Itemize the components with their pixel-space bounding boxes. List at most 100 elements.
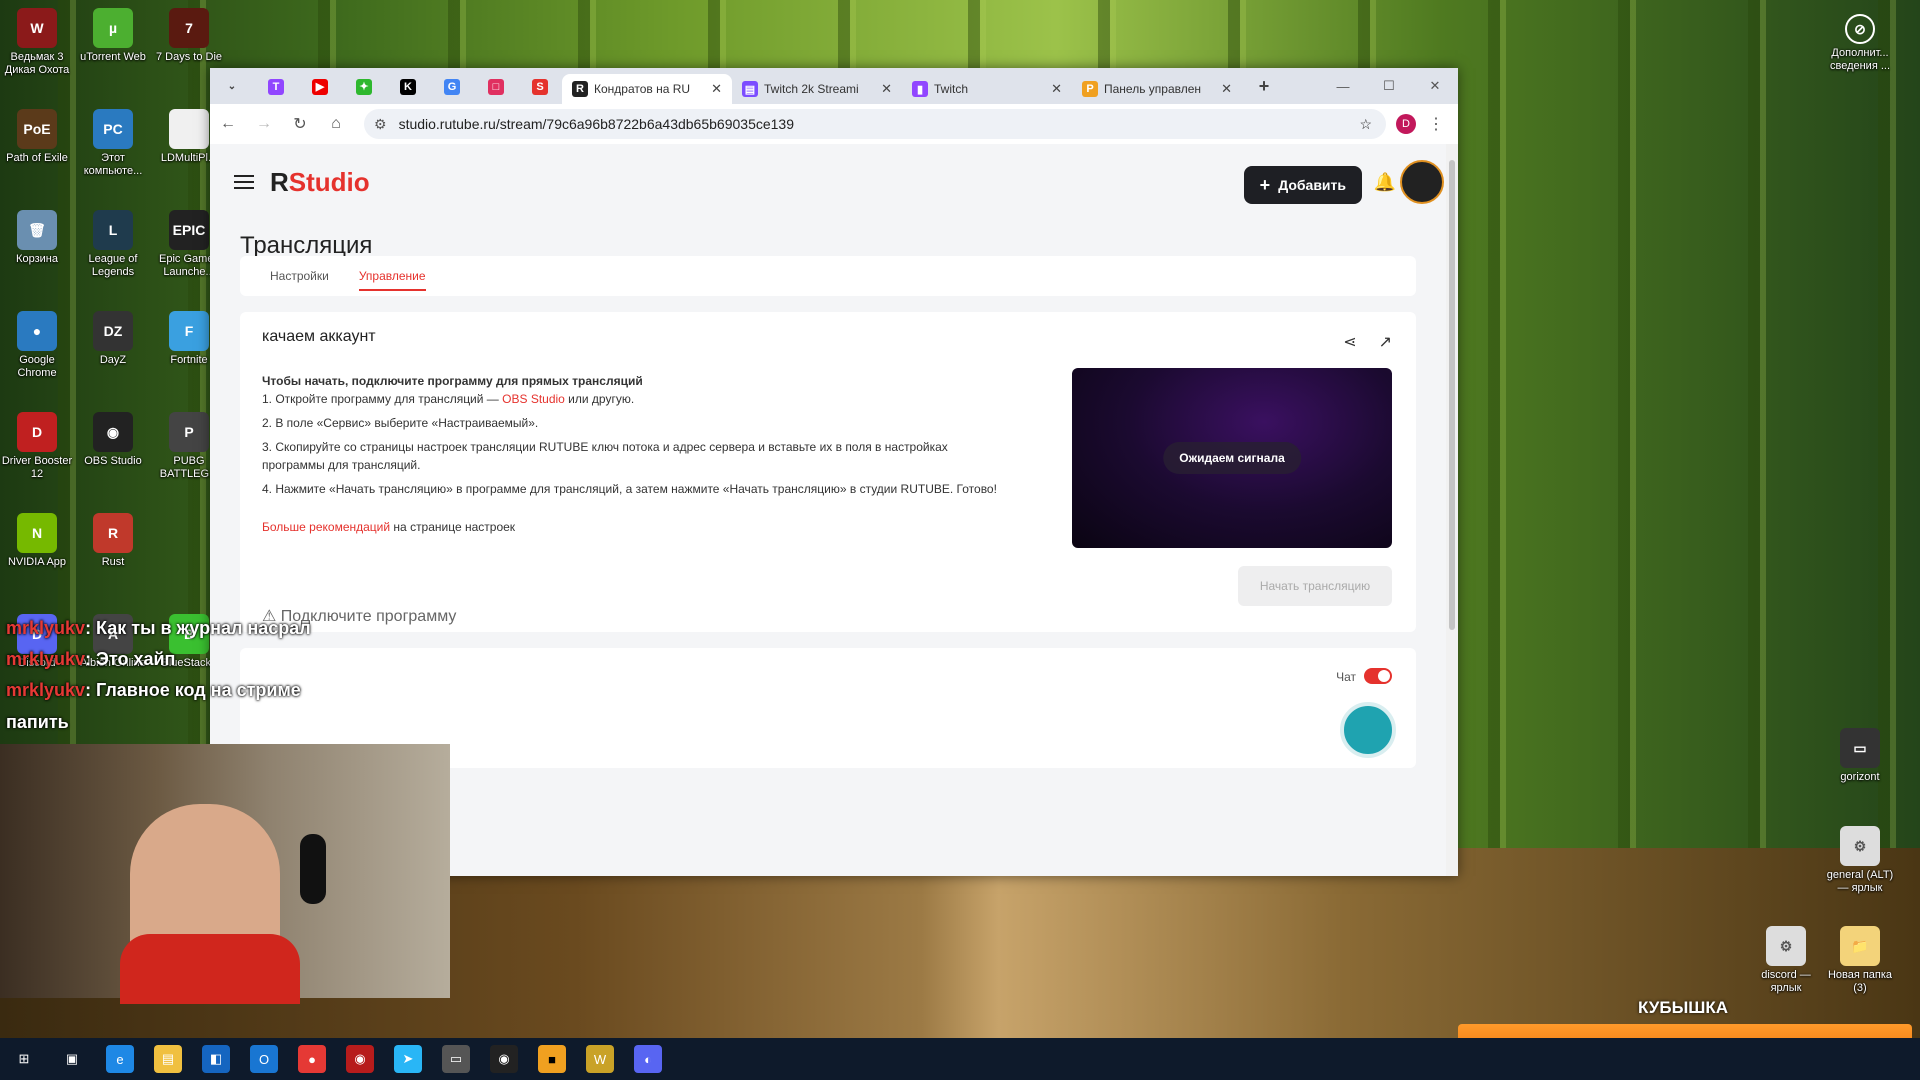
window-app-icon[interactable]: ▭ xyxy=(442,1045,470,1073)
chat-toggle[interactable] xyxy=(1364,668,1392,684)
telegram-icon[interactable]: ➤ xyxy=(394,1045,422,1073)
window-controls: — ☐ ✕ xyxy=(1320,68,1458,104)
studio-header: RStudio + Добавить 🔔 xyxy=(210,144,1446,220)
tab-settings[interactable]: Настройки xyxy=(270,269,329,283)
donation-goal-title: КУБЫШКА xyxy=(1638,998,1728,1017)
obs-studio-link[interactable]: OBS Studio xyxy=(502,392,565,406)
desktop-icon[interactable]: N NVIDIA App xyxy=(1,513,73,569)
edge-icon[interactable]: e xyxy=(106,1045,134,1073)
tab-twitch[interactable]: ▮ Twitch ✕ xyxy=(902,74,1072,104)
file-explorer-icon[interactable]: ▤ xyxy=(154,1045,182,1073)
obs-taskbar-icon[interactable]: ◉ xyxy=(490,1045,518,1073)
close-icon[interactable]: ✕ xyxy=(1051,81,1062,97)
desktop-icon-discord-shortcut[interactable]: ⚙ discord — ярлык xyxy=(1750,926,1822,995)
new-tab-icon[interactable]: + xyxy=(1256,76,1272,96)
desktop-icon[interactable]: PoE Path of Exile xyxy=(1,109,73,165)
close-icon[interactable]: ✕ xyxy=(1221,81,1232,97)
desktop-icon[interactable]: µ uTorrent Web xyxy=(77,8,149,64)
discord-taskbar-icon[interactable]: ◐ xyxy=(634,1045,662,1073)
shortcut-icon: ⚙ xyxy=(1840,826,1880,866)
task-view-icon[interactable]: ▣ xyxy=(58,1045,86,1073)
tab-dashboard[interactable]: P Панель управлен ✕ xyxy=(1072,74,1242,104)
tab-manage[interactable]: Управление xyxy=(358,269,426,291)
desktop-icon-label: 7 Days to Die xyxy=(155,51,223,63)
app-icon: W xyxy=(17,8,57,48)
share-icon[interactable]: ⋖ xyxy=(1343,332,1356,352)
rutube-studio-logo[interactable]: RStudio xyxy=(270,167,370,198)
home-icon[interactable]: ⌂ xyxy=(318,115,354,133)
step-2: 2. В поле «Сервис» выберите «Настраиваем… xyxy=(262,416,539,430)
pinned-tab-icon[interactable]: □ xyxy=(488,79,504,95)
desktop-icon[interactable]: 7 7 Days to Die xyxy=(153,8,225,64)
tab-twitch-2k[interactable]: ▤ Twitch 2k Streami ✕ xyxy=(732,74,902,104)
minimize-icon[interactable]: — xyxy=(1320,68,1366,104)
close-icon[interactable]: ✕ xyxy=(711,81,722,97)
url-field[interactable]: ⚙ studio.rutube.ru/stream/79c6a96b8722b6… xyxy=(364,109,1386,139)
pinned-tab-icon[interactable]: ✦ xyxy=(356,78,372,95)
desktop-icon-general[interactable]: ⚙ general (ALT) — ярлык xyxy=(1824,826,1896,895)
folder-icon: 📁 xyxy=(1840,926,1880,966)
windows-start-icon[interactable]: ⊞ xyxy=(10,1045,38,1073)
support-chat-button[interactable] xyxy=(1340,702,1396,758)
step-3: 3. Скопируйте со страницы настроек транс… xyxy=(262,440,948,472)
pinned-tab-icon[interactable]: G xyxy=(444,79,460,95)
add-button-label: Добавить xyxy=(1278,177,1346,193)
app-red-icon[interactable]: ◉ xyxy=(346,1045,374,1073)
desktop-icon-label: Корзина xyxy=(16,253,58,265)
desktop-icon-label: League of Legends xyxy=(88,253,138,278)
warcraft-icon[interactable]: W xyxy=(586,1045,614,1073)
desktop-icon[interactable]: D Driver Booster 12 xyxy=(1,412,73,481)
desktop-icon[interactable]: ● Google Chrome xyxy=(1,311,73,380)
chrome-icon[interactable]: ● xyxy=(298,1045,326,1073)
desktop-icon[interactable]: PC Этот компьюте... xyxy=(77,109,149,178)
chat-message: : Как ты в журнал насрал xyxy=(85,618,311,638)
desktop-icon[interactable]: ◉ OBS Studio xyxy=(77,412,149,468)
scrollbar[interactable] xyxy=(1446,144,1458,876)
rutube-icon: R xyxy=(572,81,588,97)
back-icon[interactable]: ← xyxy=(210,115,246,133)
taskbar: ⊞ ▣ e ▤ ◧ O ● ◉ ➤ ▭ ◉ ■ W ◐ xyxy=(0,1038,1920,1080)
tab-rutube[interactable]: R Кондратов на RU ✕ xyxy=(562,74,732,104)
desktop-icon-info[interactable]: ⊘ Дополнит... сведения ... xyxy=(1824,14,1896,73)
app-icon: 7 xyxy=(169,8,209,48)
notifications-bell-icon[interactable]: 🔔 xyxy=(1374,172,1396,193)
game-icon[interactable]: ■ xyxy=(538,1045,566,1073)
pinned-tab-icon[interactable]: T xyxy=(268,79,284,95)
plus-icon: + xyxy=(1259,174,1271,195)
pinned-tab-icon[interactable]: S xyxy=(532,79,548,95)
tab-title: Twitch xyxy=(934,82,969,96)
close-icon[interactable]: ✕ xyxy=(881,81,892,97)
close-window-icon[interactable]: ✕ xyxy=(1412,68,1458,104)
desktop-icon[interactable]: W Ведьмак 3 Дикая Охота xyxy=(1,8,73,77)
maximize-icon[interactable]: ☐ xyxy=(1366,68,1412,104)
desktop-icon-label: Этот компьюте... xyxy=(83,152,143,177)
desktop-icon-gorizont[interactable]: ▭ gorizont xyxy=(1824,728,1896,784)
menu-dots-icon[interactable]: ⋮ xyxy=(1428,114,1444,134)
outlook-icon[interactable]: O xyxy=(250,1045,278,1073)
pinned-tab-icon[interactable]: ▶ xyxy=(312,78,328,95)
desktop-icon[interactable]: 🗑 Корзина xyxy=(1,210,73,266)
desktop-icon-label: Driver Booster 12 xyxy=(1,455,73,480)
reload-icon[interactable]: ↻ xyxy=(282,114,318,134)
desktop-icon[interactable]: DZ DayZ xyxy=(77,311,149,367)
menu-burger-icon[interactable] xyxy=(234,171,254,193)
profile-avatar[interactable]: D xyxy=(1396,114,1416,134)
desktop-icon[interactable]: R Rust xyxy=(77,513,149,569)
channel-avatar[interactable] xyxy=(1400,160,1444,204)
start-stream-button[interactable]: Начать трансляцию xyxy=(1238,566,1392,606)
more-recommendations-link[interactable]: Больше рекомендаций xyxy=(262,520,390,534)
app-icon: N xyxy=(17,513,57,553)
store-icon[interactable]: ◧ xyxy=(202,1045,230,1073)
twitch-icon: ▮ xyxy=(912,81,928,97)
tab-title: Панель управлен xyxy=(1104,82,1202,96)
open-external-icon[interactable]: ↗ xyxy=(1379,332,1392,352)
panel-icon: P xyxy=(1082,81,1098,97)
desktop-icon-new-folder[interactable]: 📁 Новая папка (3) xyxy=(1824,926,1896,995)
pinned-tab-icon[interactable]: K xyxy=(400,79,416,95)
desktop-icon[interactable]: L League of Legends xyxy=(77,210,149,279)
add-button[interactable]: + Добавить xyxy=(1243,166,1362,204)
bookmark-star-icon[interactable]: ☆ xyxy=(1359,116,1372,133)
site-info-icon[interactable]: ⚙ xyxy=(374,116,387,133)
tab-search-chevron-icon[interactable]: ⌄ xyxy=(224,78,240,94)
forward-icon[interactable]: → xyxy=(246,115,282,133)
